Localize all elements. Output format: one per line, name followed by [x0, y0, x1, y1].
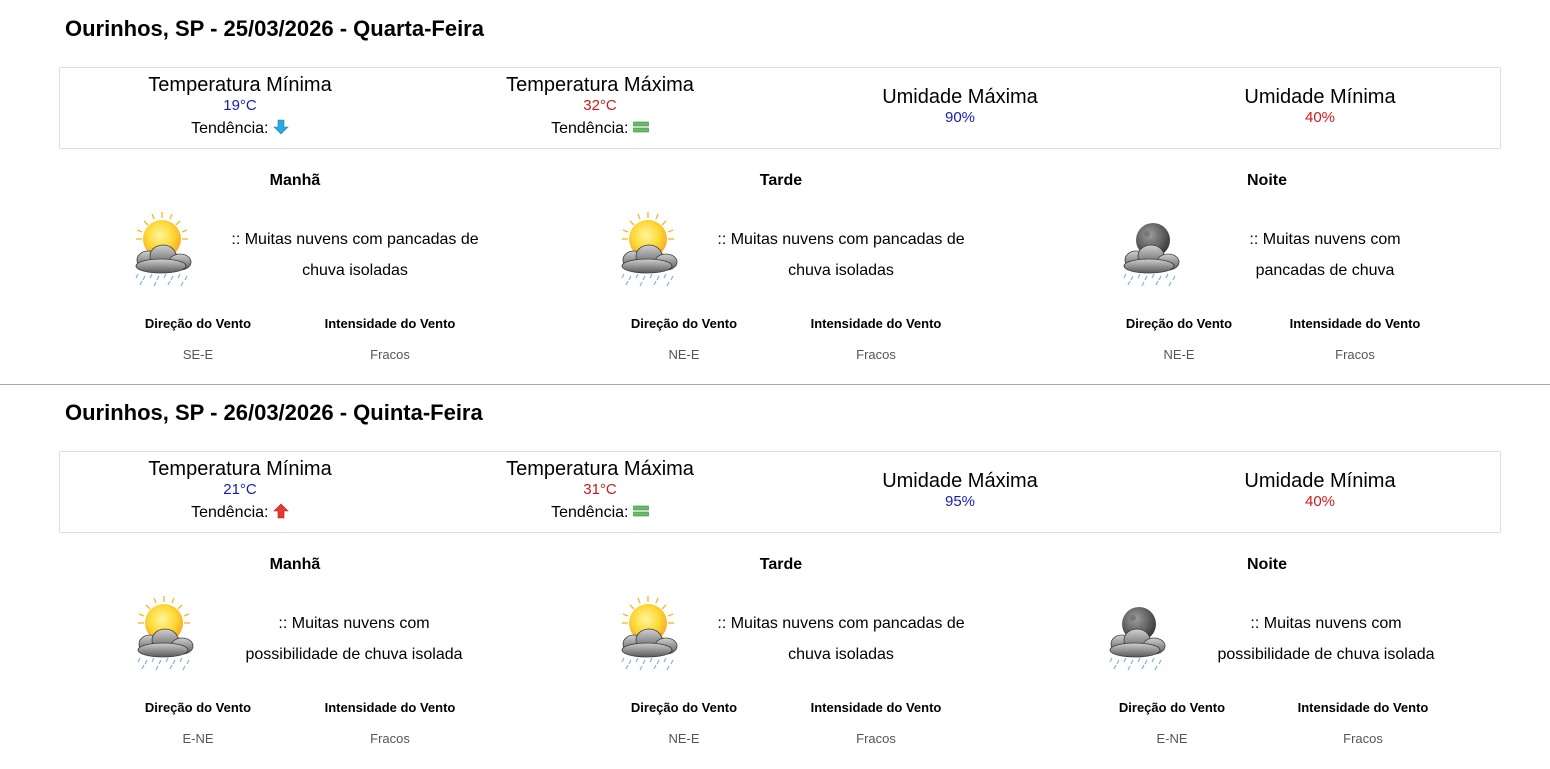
wind-direction-label: Direção do Vento [630, 700, 738, 715]
humidity-max-block: Umidade Máxima 95% [780, 452, 1140, 511]
arrow-up-icon [273, 503, 289, 519]
temp-min-value: 21°C [223, 481, 257, 498]
humidity-max-label: Umidade Máxima [882, 470, 1038, 492]
wind-direction-value: NE-E [668, 347, 700, 362]
weather-description: :: Muitas nuvens com pancadas de chuva i… [231, 231, 479, 279]
humidity-min-value: 40% [1304, 493, 1336, 510]
humidity-max-label: Umidade Máxima [882, 86, 1038, 108]
sun-cloud-rain-icon [128, 210, 198, 290]
temp-min-label: Temperatura Mínima [148, 458, 332, 480]
stable-icon [633, 505, 649, 517]
trend-label: Tendência: [191, 504, 269, 521]
weather-description: :: Muitas nuvens com possibilidade de ch… [245, 615, 463, 663]
wind-direction-label: Direção do Vento [1125, 316, 1233, 331]
period-name: Noite [1247, 556, 1287, 573]
humidity-min-label: Umidade Mínima [1244, 86, 1396, 108]
wind-direction-label: Direção do Vento [144, 700, 252, 715]
moon-cloud-rain-icon [1102, 594, 1172, 674]
humidity-min-label: Umidade Mínima [1244, 470, 1396, 492]
day-title: Ourinhos, SP - 26/03/2026 - Quinta-Feira [65, 400, 483, 425]
temp-min-value: 19°C [223, 97, 257, 114]
sun-cloud-rain-icon [614, 210, 684, 290]
wind-direction-value: SE-E [182, 347, 214, 362]
temp-min-trend: Tendência: [60, 503, 420, 523]
weather-description: :: Muitas nuvens com pancadas de chuva [1249, 231, 1401, 279]
wind-intensity-label: Intensidade do Vento [810, 700, 942, 715]
wind-intensity-value: Fracos [856, 731, 896, 746]
temp-max-block: Temperatura Máxima 32°C Tendência: [420, 68, 780, 139]
arrow-down-icon [273, 119, 289, 135]
sun-cloud-rain-icon [614, 594, 684, 674]
wind-direction-label: Direção do Vento [144, 316, 252, 331]
humidity-max-value: 90% [944, 109, 976, 126]
wind-intensity-label: Intensidade do Vento [324, 700, 456, 715]
trend-label: Tendência: [191, 120, 269, 137]
temp-max-trend: Tendência: [420, 119, 780, 139]
forecast-day-1: Ourinhos, SP - 25/03/2026 - Quarta-Feira… [0, 0, 1550, 384]
wind-direction-value: E-NE [1156, 731, 1188, 746]
wind-intensity-label: Intensidade do Vento [810, 316, 942, 331]
period-name: Noite [1247, 172, 1287, 189]
wind-intensity-value: Fracos [370, 347, 410, 362]
day-summary: Temperatura Mínima 19°C Tendência: Tempe… [59, 67, 1501, 149]
temp-min-trend: Tendência: [60, 119, 420, 139]
wind-direction-label: Direção do Vento [1118, 700, 1226, 715]
humidity-min-block: Umidade Mínima 40% [1140, 452, 1500, 511]
temp-max-value: 32°C [583, 97, 617, 114]
weather-description: :: Muitas nuvens com pancadas de chuva i… [717, 615, 965, 663]
weather-description: :: Muitas nuvens com pancadas de chuva i… [717, 231, 965, 279]
temp-max-label: Temperatura Máxima [506, 458, 694, 480]
humidity-min-block: Umidade Mínima 40% [1140, 68, 1500, 127]
day-title: Ourinhos, SP - 25/03/2026 - Quarta-Feira [65, 16, 484, 41]
temp-min-label: Temperatura Mínima [148, 74, 332, 96]
wind-direction-label: Direção do Vento [630, 316, 738, 331]
period-name: Manhã [269, 556, 321, 573]
wind-intensity-label: Intensidade do Vento [324, 316, 456, 331]
period-name: Tarde [759, 172, 803, 189]
temp-max-value: 31°C [583, 481, 617, 498]
humidity-min-value: 40% [1304, 109, 1336, 126]
temp-min-block: Temperatura Mínima 21°C Tendência: [60, 452, 420, 523]
stable-icon [633, 121, 649, 133]
trend-label: Tendência: [551, 120, 629, 137]
wind-intensity-label: Intensidade do Vento [1297, 700, 1429, 715]
temp-max-block: Temperatura Máxima 31°C Tendência: [420, 452, 780, 523]
humidity-max-value: 95% [944, 493, 976, 510]
wind-direction-value: E-NE [182, 731, 214, 746]
day-summary: Temperatura Mínima 21°C Tendência: Tempe… [59, 451, 1501, 533]
wind-intensity-label: Intensidade do Vento [1289, 316, 1421, 331]
weather-description: :: Muitas nuvens com possibilidade de ch… [1217, 615, 1435, 663]
wind-intensity-value: Fracos [370, 731, 410, 746]
period-name: Tarde [759, 556, 803, 573]
sun-cloud-rain-icon [130, 594, 200, 674]
wind-direction-value: NE-E [1163, 347, 1195, 362]
temp-max-label: Temperatura Máxima [506, 74, 694, 96]
wind-intensity-value: Fracos [1335, 347, 1375, 362]
wind-intensity-value: Fracos [856, 347, 896, 362]
temp-max-trend: Tendência: [420, 503, 780, 523]
forecast-day-2: Ourinhos, SP - 26/03/2026 - Quinta-Feira… [0, 384, 1550, 769]
wind-intensity-value: Fracos [1343, 731, 1383, 746]
humidity-max-block: Umidade Máxima 90% [780, 68, 1140, 127]
trend-label: Tendência: [551, 504, 629, 521]
moon-cloud-rain-icon [1116, 210, 1186, 290]
temp-min-block: Temperatura Mínima 19°C Tendência: [60, 68, 420, 139]
wind-direction-value: NE-E [668, 731, 700, 746]
period-name: Manhã [269, 172, 321, 189]
